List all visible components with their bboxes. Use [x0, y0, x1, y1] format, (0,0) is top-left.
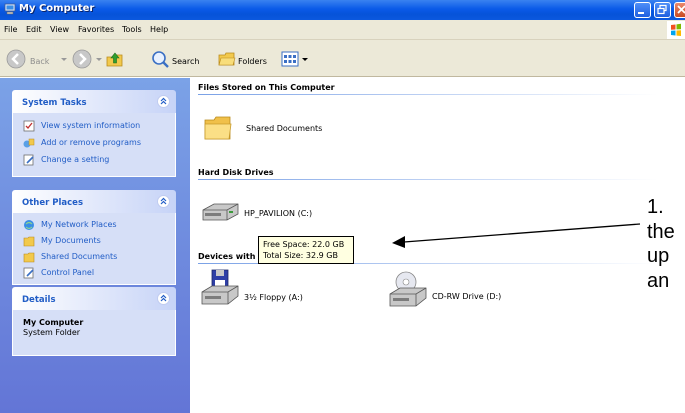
system-tasks-collapse-button[interactable]	[157, 95, 170, 108]
item-floppy-drive[interactable]: 3½ Floppy (A:)	[200, 268, 350, 312]
system-tasks-box: System Tasks View system information Add…	[12, 90, 176, 177]
item-label: HP_PAVILION (C:)	[244, 209, 313, 218]
annotation-line: the	[647, 220, 675, 243]
item-shared-documents[interactable]: Shared Documents	[202, 112, 352, 146]
group-divider	[198, 179, 658, 180]
item-label: CD-RW Drive (D:)	[432, 292, 502, 301]
search-button-label[interactable]: Search	[172, 57, 199, 66]
tooltip-free-space: Free Space: 22.0 GB	[263, 240, 345, 249]
other-places-header[interactable]: Other Places	[12, 190, 176, 213]
system-tasks-title: System Tasks	[22, 98, 87, 108]
annotation-text: 1. the up an	[647, 195, 685, 293]
place-label: My Network Places	[41, 220, 117, 229]
control-panel-icon	[23, 267, 34, 279]
minimize-button[interactable]	[634, 2, 651, 18]
task-label: Add or remove programs	[41, 138, 141, 147]
hard-drive-icon	[202, 203, 239, 221]
documents-folder-icon	[23, 236, 35, 247]
annotation-line: 1.	[647, 196, 664, 218]
place-label: Control Panel	[41, 268, 95, 277]
details-name: My Computer	[23, 318, 84, 327]
task-pane: System Tasks View system information Add…	[0, 78, 190, 413]
details-body: My Computer System Folder	[12, 310, 176, 356]
floppy-drive-icon	[201, 269, 239, 305]
item-label: Shared Documents	[246, 124, 323, 133]
windows-flag-icon	[671, 23, 681, 36]
title-bar[interactable]: My Computer	[0, 0, 685, 20]
menu-help[interactable]: Help	[150, 25, 168, 34]
up-folder-icon[interactable]	[105, 49, 125, 69]
other-places-body: My Network Places My Documents Shared Do…	[12, 213, 176, 285]
menu-bar: File Edit View Favorites Tools Help	[0, 20, 685, 40]
other-places-box: Other Places My Network Places My Docume…	[12, 190, 176, 285]
tooltip-total-size: Total Size: 32.9 GB	[263, 251, 338, 260]
chevron-up-icon	[160, 197, 167, 205]
task-label: View system information	[41, 121, 141, 130]
network-places-icon	[24, 220, 34, 230]
menu-edit[interactable]: Edit	[26, 25, 42, 34]
back-button-label[interactable]: Back	[30, 57, 49, 66]
group-files-stored-heading: Files Stored on This Computer	[198, 83, 335, 92]
back-arrow-icon[interactable]	[6, 49, 26, 69]
search-icon[interactable]	[150, 49, 170, 69]
folders-button-label[interactable]: Folders	[238, 57, 267, 66]
other-places-title: Other Places	[22, 198, 83, 208]
add-remove-programs-icon	[23, 138, 35, 148]
annotation-line: up	[647, 245, 670, 267]
item-hp-pavilion-drive[interactable]: HP_PAVILION (C:)	[200, 202, 350, 226]
my-computer-icon	[4, 3, 16, 15]
menu-file[interactable]: File	[4, 25, 17, 34]
item-label: 3½ Floppy (A:)	[244, 293, 303, 302]
views-icon[interactable]	[280, 49, 310, 69]
group-hard-disk-heading: Hard Disk Drives	[198, 168, 274, 177]
cd-drive-icon	[389, 271, 427, 307]
window-title: My Computer	[19, 3, 95, 14]
control-panel-icon	[23, 154, 34, 166]
menu-tools[interactable]: Tools	[122, 25, 142, 34]
minimize-icon	[638, 12, 644, 14]
system-tasks-body: View system information Add or remove pr…	[12, 113, 176, 177]
details-box: Details My Computer System Folder	[12, 287, 176, 356]
toolbar: Back Search Folders	[0, 40, 685, 77]
place-label: Shared Documents	[41, 252, 118, 261]
item-cdrw-drive[interactable]: CD-RW Drive (D:)	[388, 270, 538, 312]
system-tasks-header[interactable]: System Tasks	[12, 90, 176, 113]
menu-favorites[interactable]: Favorites	[78, 25, 114, 34]
details-type: System Folder	[23, 328, 81, 337]
folders-icon[interactable]	[217, 49, 237, 69]
task-label: Change a setting	[41, 155, 110, 164]
details-collapse-button[interactable]	[157, 292, 170, 305]
system-info-icon	[23, 120, 35, 132]
drive-tooltip: Free Space: 22.0 GB Total Size: 32.9 GB	[258, 236, 354, 264]
details-header[interactable]: Details	[12, 287, 176, 310]
forward-dropdown-icon[interactable]	[95, 49, 103, 69]
group-divider	[198, 94, 658, 95]
close-button[interactable]	[674, 2, 685, 18]
other-places-collapse-button[interactable]	[157, 195, 170, 208]
chevron-up-icon	[160, 294, 167, 302]
windows-logo	[667, 21, 685, 39]
explorer-window: My Computer File Edit View Favorites Too…	[0, 0, 685, 413]
group-devices-heading: Devices with	[198, 252, 256, 261]
restore-icon	[657, 4, 667, 15]
annotation-line: an	[647, 269, 670, 292]
folder-icon	[204, 116, 232, 140]
place-label: My Documents	[41, 236, 101, 245]
menu-view[interactable]: View	[50, 25, 69, 34]
forward-arrow-icon[interactable]	[72, 49, 92, 69]
maximize-button[interactable]	[654, 2, 671, 18]
details-title: Details	[22, 295, 56, 305]
back-dropdown-icon[interactable]	[60, 49, 68, 69]
close-icon	[677, 5, 685, 14]
shared-folder-icon	[23, 252, 35, 263]
chevron-up-icon	[160, 97, 167, 105]
